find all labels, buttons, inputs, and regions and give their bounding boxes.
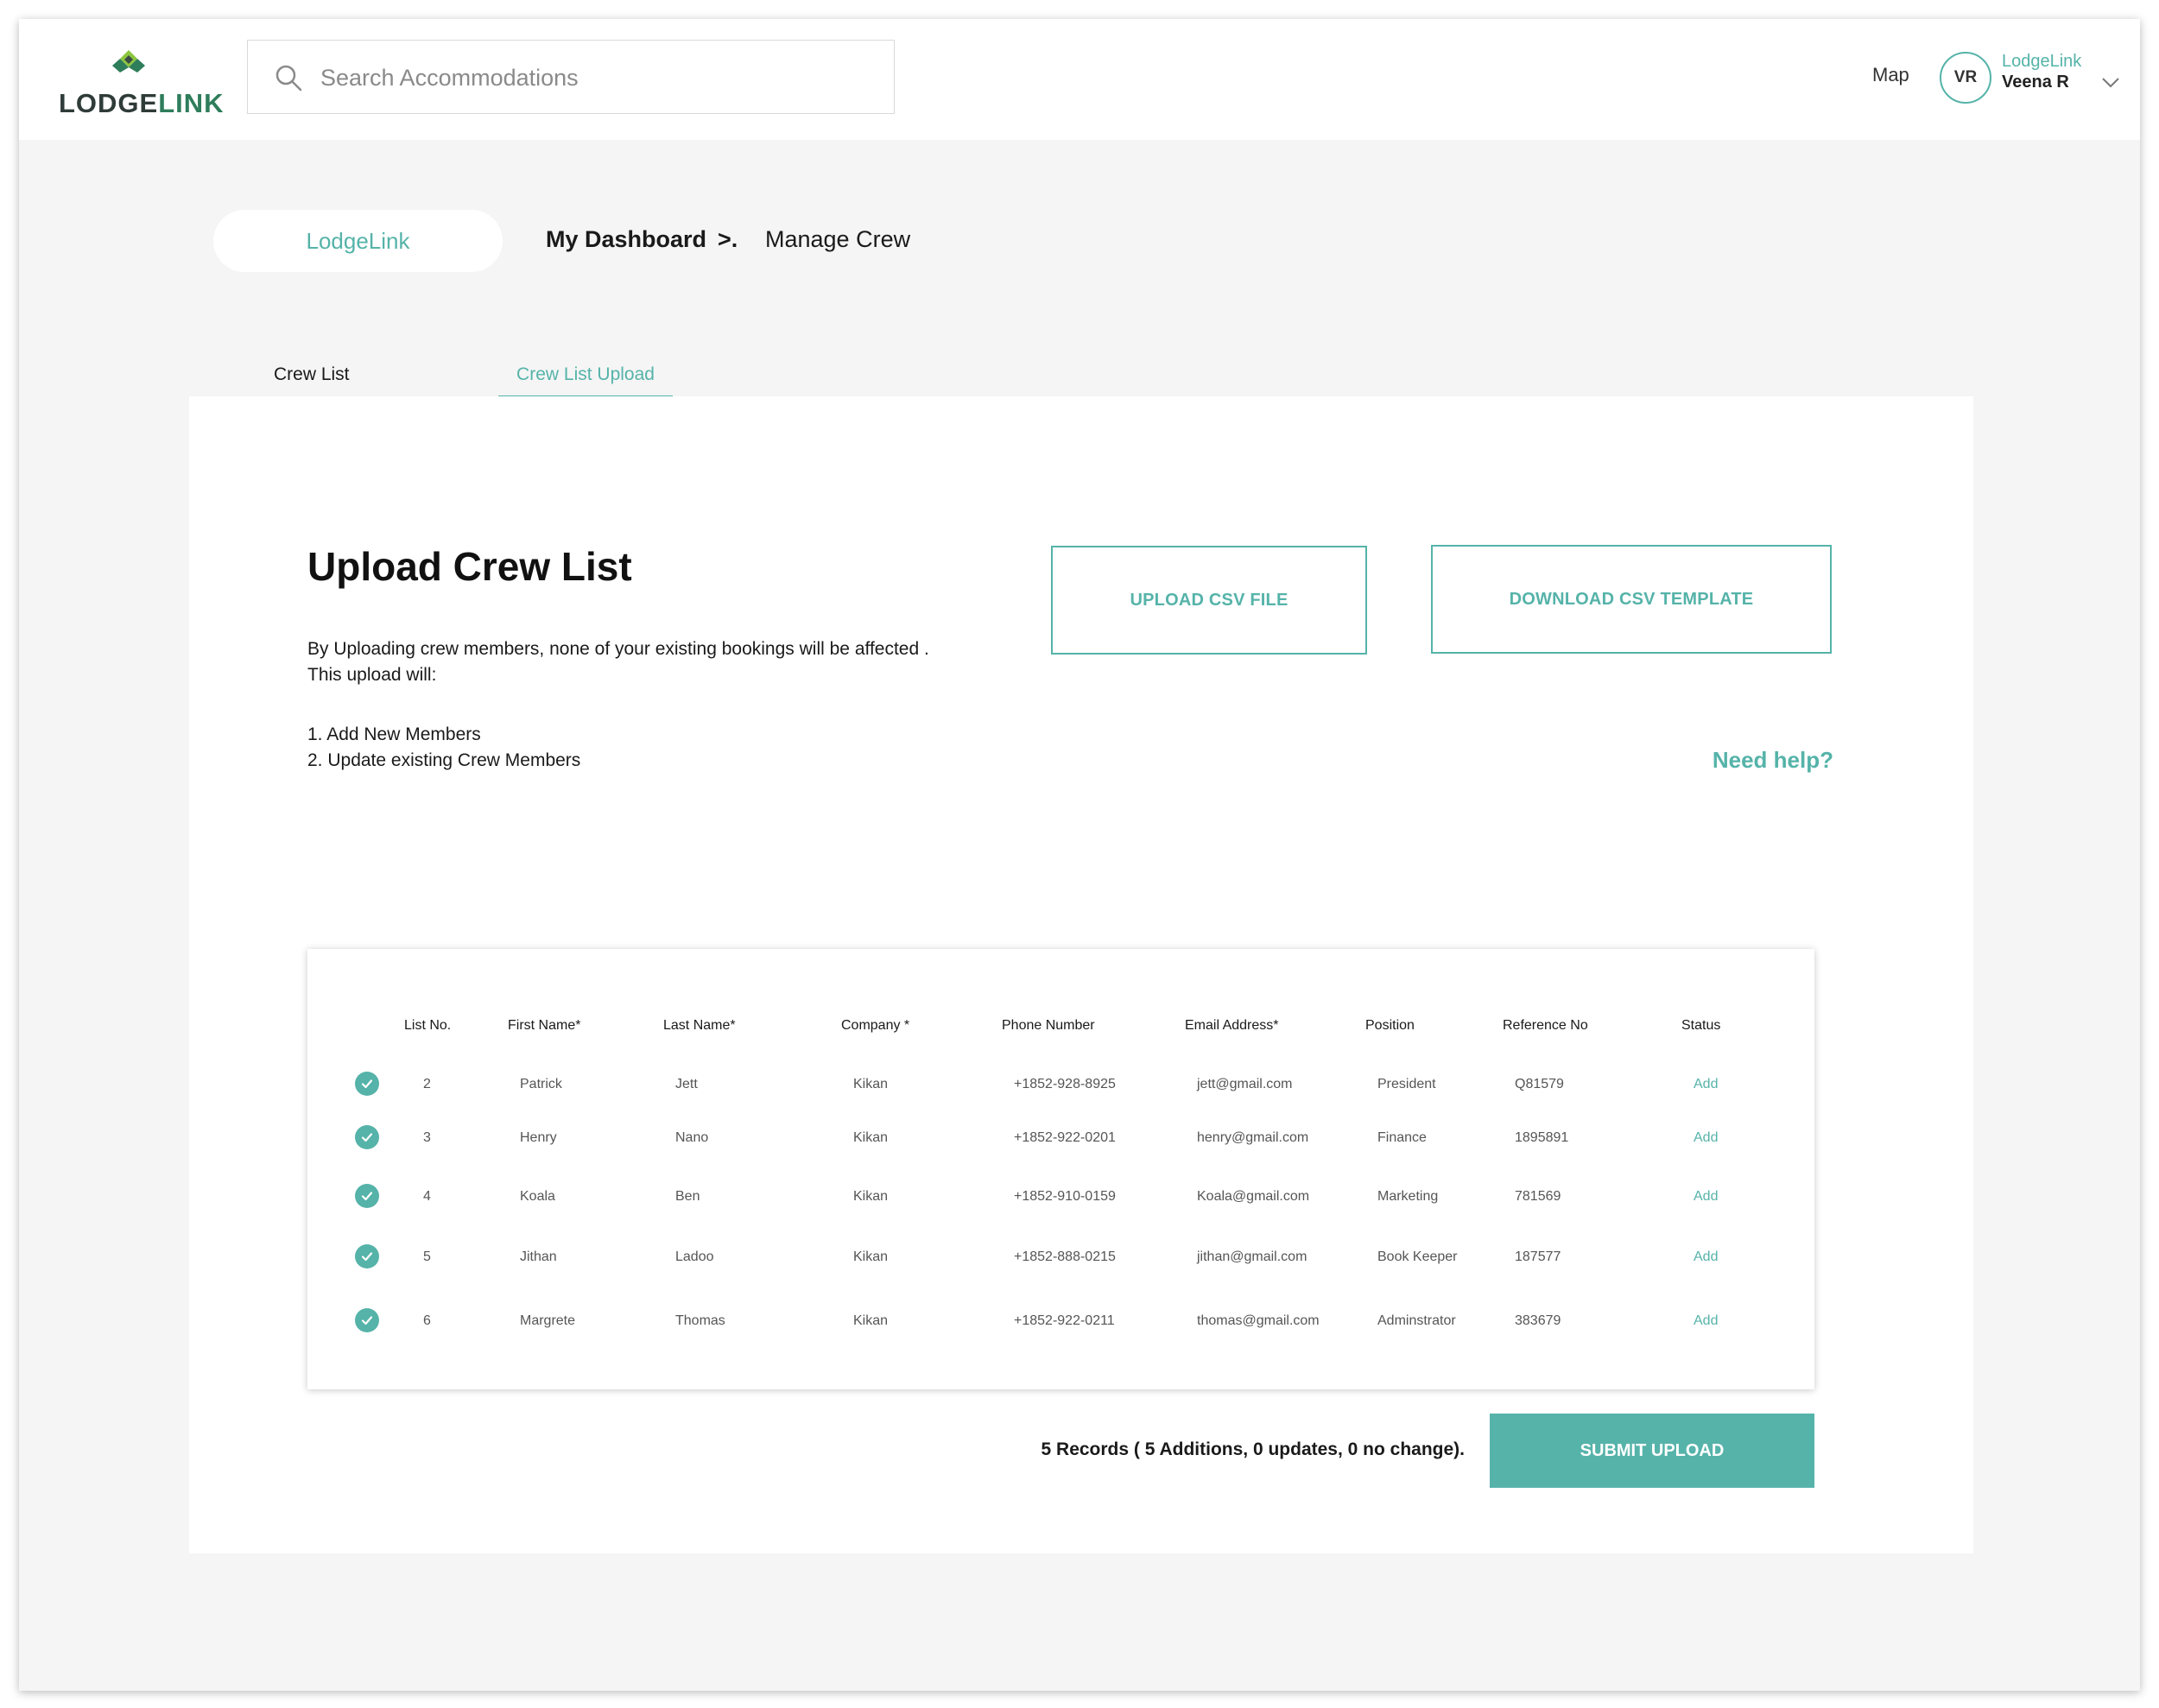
check-icon[interactable]	[355, 1308, 379, 1332]
need-help-link[interactable]: Need help?	[1713, 747, 1833, 774]
table-header: Last Name*	[663, 1018, 736, 1033]
chevron-down-icon[interactable]	[2100, 76, 2121, 90]
cell-last-name: Jett	[675, 1077, 698, 1091]
check-icon[interactable]	[355, 1072, 379, 1096]
search-input[interactable]	[320, 58, 873, 98]
cell-first-name: Patrick	[520, 1077, 562, 1091]
cell-status[interactable]: Add	[1694, 1077, 1718, 1092]
cell-first-name: Margrete	[520, 1313, 576, 1328]
cell-list-no: 2	[423, 1077, 431, 1091]
table-header: Reference No	[1503, 1018, 1588, 1033]
search-icon	[275, 65, 302, 92]
cell-last-name: Nano	[675, 1130, 709, 1145]
download-template-button[interactable]: DOWNLOAD CSV TEMPLATE	[1431, 545, 1832, 654]
cell-email: thomas@gmail.com	[1197, 1313, 1320, 1328]
cell-reference: 781569	[1515, 1189, 1561, 1204]
page-title: Upload Crew List	[307, 544, 632, 589]
upload-csv-button[interactable]: UPLOAD CSV FILE	[1051, 546, 1367, 655]
table-header: First Name*	[508, 1018, 581, 1033]
table-header: Position	[1365, 1018, 1415, 1033]
top-header: LODGELINK Map VR LodgeLink Veena R	[19, 19, 2140, 140]
map-link[interactable]: Map	[1872, 64, 1909, 86]
table-header: Status	[1681, 1018, 1721, 1033]
cell-phone: +1852-922-0201	[1014, 1130, 1116, 1145]
cell-company: Kikan	[853, 1189, 889, 1204]
cell-list-no: 4	[423, 1189, 431, 1204]
table-header: Email Address*	[1185, 1018, 1279, 1033]
cell-company: Kikan	[853, 1313, 889, 1328]
breadcrumb-separator: >.	[718, 226, 738, 252]
description-line: This upload will:	[307, 665, 437, 685]
upload-card: Upload Crew List By Uploading crew membe…	[189, 396, 1973, 1553]
step-item: 1. Add New Members	[307, 724, 481, 744]
cell-first-name: Jithan	[520, 1249, 557, 1264]
user-name-label: Veena R	[2002, 73, 2069, 92]
upload-steps: 1. Add New Members 2. Update existing Cr…	[307, 722, 580, 774]
check-icon[interactable]	[355, 1244, 379, 1268]
cell-first-name: Koala	[520, 1189, 555, 1204]
logo-mark-icon	[112, 50, 145, 73]
cell-phone: +1852-888-0215	[1014, 1249, 1116, 1264]
cell-company: Kikan	[853, 1249, 889, 1264]
logo-wordmark: LODGELINK	[59, 88, 225, 118]
table-header: Phone Number	[1002, 1018, 1095, 1033]
check-icon[interactable]	[355, 1125, 379, 1149]
cell-position: Finance	[1377, 1130, 1427, 1145]
cell-status[interactable]: Add	[1694, 1313, 1718, 1329]
cell-list-no: 6	[423, 1313, 431, 1328]
breadcrumb-dashboard[interactable]: My Dashboard	[546, 226, 706, 253]
cell-email: jithan@gmail.com	[1197, 1249, 1307, 1264]
records-summary: 5 Records ( 5 Additions, 0 updates, 0 no…	[1041, 1439, 1465, 1459]
app-window: LODGELINK Map VR LodgeLink Veena R Lodge…	[19, 19, 2140, 1691]
cell-email: henry@gmail.com	[1197, 1130, 1309, 1145]
search-box[interactable]	[247, 40, 895, 114]
cell-company: Kikan	[853, 1130, 889, 1145]
cell-status[interactable]: Add	[1694, 1189, 1718, 1205]
cell-last-name: Ladoo	[675, 1249, 714, 1264]
cell-position: Marketing	[1377, 1189, 1439, 1204]
cell-status[interactable]: Add	[1694, 1249, 1718, 1265]
cell-last-name: Thomas	[675, 1313, 725, 1328]
table-header: Company *	[841, 1018, 910, 1033]
check-icon[interactable]	[355, 1184, 379, 1208]
cell-reference: 187577	[1515, 1249, 1561, 1264]
cell-position: Book Keeper	[1377, 1249, 1458, 1264]
tab-crew-list-upload[interactable]: Crew List Upload	[498, 364, 673, 399]
tab-crew-list[interactable]: Crew List	[274, 364, 350, 399]
step-item: 2. Update existing Crew Members	[307, 750, 581, 770]
breadcrumb-home[interactable]: LodgeLink	[213, 210, 503, 272]
cell-phone: +1852-928-8925	[1014, 1077, 1116, 1091]
crew-upload-table: List No. First Name* Last Name* Company * Ph…	[307, 949, 1814, 1389]
breadcrumb-current: Manage Crew	[765, 226, 911, 252]
cell-reference: 383679	[1515, 1313, 1561, 1328]
cell-reference: 1895891	[1515, 1130, 1569, 1145]
cell-phone: +1852-910-0159	[1014, 1189, 1116, 1204]
lodgelink-logo[interactable]: LODGELINK	[38, 50, 224, 119]
cell-phone: +1852-922-0211	[1014, 1313, 1115, 1328]
cell-position: Adminstrator	[1377, 1313, 1456, 1328]
cell-email: jett@gmail.com	[1197, 1077, 1293, 1091]
cell-last-name: Ben	[675, 1189, 700, 1204]
cell-email: Koala@gmail.com	[1197, 1189, 1310, 1204]
submit-upload-button[interactable]: SUBMIT UPLOAD	[1490, 1414, 1814, 1488]
cell-position: President	[1377, 1077, 1436, 1091]
cell-first-name: Henry	[520, 1130, 557, 1145]
cell-list-no: 3	[423, 1130, 431, 1145]
description-line: By Uploading crew members, none of your …	[307, 639, 929, 659]
user-org-label: LodgeLink	[2002, 52, 2082, 71]
table-header: List No.	[404, 1018, 452, 1033]
cell-list-no: 5	[423, 1249, 431, 1264]
cell-reference: Q81579	[1515, 1077, 1564, 1091]
cell-status[interactable]: Add	[1694, 1130, 1718, 1146]
upload-description: By Uploading crew members, none of your …	[307, 636, 929, 688]
avatar[interactable]: VR	[1940, 52, 1991, 104]
cell-company: Kikan	[853, 1077, 889, 1091]
